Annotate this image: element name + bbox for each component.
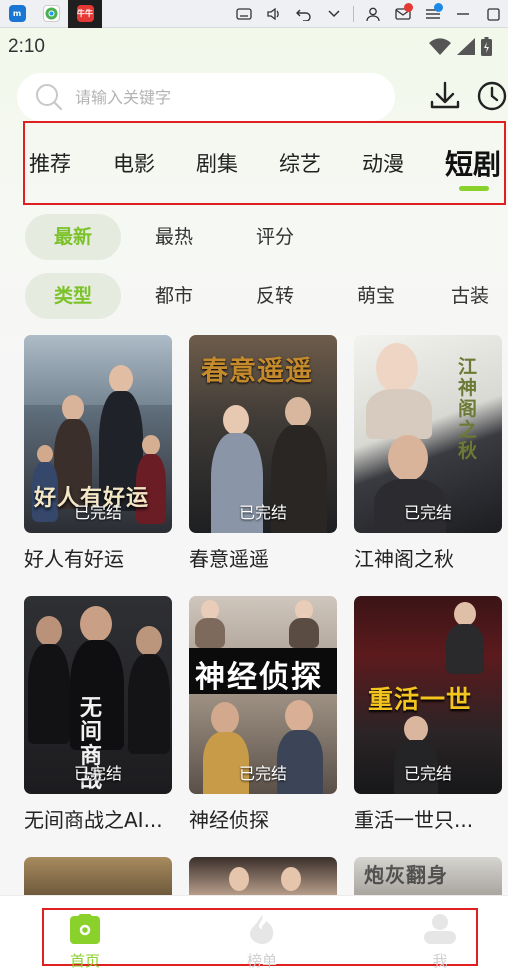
taskbar-app-niuniu[interactable]: 牛牛 bbox=[68, 0, 102, 28]
drama-title[interactable]: 春意遥遥 bbox=[189, 543, 337, 572]
filter-type[interactable]: 类型 bbox=[25, 273, 121, 319]
poster-title-art: 神经侦探 bbox=[195, 660, 323, 695]
tab-series[interactable]: 剧集 bbox=[196, 148, 238, 178]
filter-cute-baby[interactable]: 萌宝 bbox=[334, 273, 418, 319]
maximize-icon[interactable] bbox=[478, 0, 508, 28]
search-input[interactable] bbox=[75, 87, 355, 107]
tab-recommend[interactable]: 推荐 bbox=[29, 148, 71, 178]
chevron-down-icon[interactable] bbox=[319, 0, 349, 28]
mail-badge bbox=[404, 3, 413, 12]
nav-me-label: 我 bbox=[432, 952, 448, 970]
poster-image: 重活一世 已完结 bbox=[354, 596, 502, 794]
minimize-icon[interactable] bbox=[448, 0, 478, 28]
filter-rating[interactable]: 评分 bbox=[233, 214, 317, 260]
poster-title-art: 江神阁之秋 bbox=[458, 356, 479, 462]
filter-twist[interactable]: 反转 bbox=[233, 273, 317, 319]
poster-image: 江神阁之秋 已完结 bbox=[354, 335, 502, 533]
poster-image: 炮灰翻身 bbox=[354, 857, 502, 895]
drama-card[interactable]: 炮灰翻身 bbox=[354, 857, 502, 895]
browser-icon bbox=[42, 5, 60, 22]
flame-icon bbox=[250, 915, 274, 944]
keyboard-icon[interactable] bbox=[229, 0, 259, 28]
poster-image bbox=[24, 857, 172, 895]
completed-tag: 已完结 bbox=[403, 764, 452, 783]
completed-tag: 已完结 bbox=[403, 503, 452, 522]
wifi-icon bbox=[429, 38, 451, 55]
menu-icon[interactable] bbox=[418, 0, 448, 28]
tab-anime[interactable]: 动漫 bbox=[362, 148, 404, 178]
nav-home[interactable]: 首页 bbox=[55, 914, 115, 971]
volume-icon[interactable] bbox=[259, 0, 289, 28]
drama-title[interactable]: 重活一世只... bbox=[354, 804, 502, 833]
drama-card[interactable]: 无间商战 已完结 无间商战之AI... bbox=[24, 596, 172, 833]
channel-tabs: 推荐 电影 剧集 综艺 动漫 短剧 bbox=[23, 121, 506, 205]
drama-title[interactable]: 无间商战之AI... bbox=[24, 804, 172, 833]
tab-movie[interactable]: 电影 bbox=[113, 148, 155, 178]
status-time: 2:10 bbox=[8, 36, 45, 57]
filter-costume[interactable]: 古装 bbox=[435, 273, 505, 319]
drama-title[interactable]: 神经侦探 bbox=[189, 804, 337, 833]
poster-image: 春意遥遥 已完结 bbox=[189, 335, 337, 533]
signal-icon bbox=[457, 38, 475, 55]
poster-image: 神经侦探 已完结 bbox=[189, 596, 337, 794]
tab-variety[interactable]: 综艺 bbox=[279, 148, 321, 178]
completed-tag: 已完结 bbox=[238, 764, 287, 783]
taskbar-app-chrome[interactable] bbox=[34, 0, 68, 28]
taskbar-divider bbox=[353, 6, 354, 22]
drama-card[interactable]: 春意遥遥 已完结 春意遥遥 bbox=[189, 335, 337, 572]
completed-tag: 已完结 bbox=[73, 764, 122, 783]
poster-title-art: 炮灰翻身 bbox=[364, 863, 448, 887]
update-badge bbox=[434, 3, 443, 12]
city-backdrop bbox=[24, 335, 172, 405]
nav-ranking-label: 榜单 bbox=[246, 952, 277, 970]
battery-icon bbox=[481, 37, 492, 56]
taskbar-app-blue[interactable]: m bbox=[0, 0, 34, 28]
undo-icon[interactable] bbox=[289, 0, 319, 28]
nav-home-label: 首页 bbox=[69, 952, 100, 970]
drama-card[interactable] bbox=[24, 857, 172, 895]
drama-title[interactable]: 江神阁之秋 bbox=[354, 543, 502, 572]
history-clock-icon bbox=[477, 81, 507, 111]
filter-latest[interactable]: 最新 bbox=[25, 214, 121, 260]
tab-short-drama[interactable]: 短剧 bbox=[445, 143, 501, 183]
filter-urban[interactable]: 都市 bbox=[132, 273, 216, 319]
app-m-icon: m bbox=[8, 5, 26, 22]
mail-icon[interactable] bbox=[388, 0, 418, 28]
poster-title-art: 春意遥遥 bbox=[201, 356, 313, 387]
app-niuniu-icon: 牛牛 bbox=[76, 5, 94, 22]
poster-title-art: 重活一世 bbox=[368, 685, 473, 714]
host-taskbar: m 牛牛 bbox=[0, 0, 508, 28]
poster-image: 好人有好运 已完结 bbox=[24, 335, 172, 533]
poster-image: 无间商战 已完结 bbox=[24, 596, 172, 794]
drama-card[interactable] bbox=[189, 857, 337, 895]
drama-card[interactable]: 神经侦探 已完结 神经侦探 bbox=[189, 596, 337, 833]
nav-me[interactable]: 我 bbox=[410, 914, 470, 971]
history-button[interactable] bbox=[474, 78, 508, 114]
search-icon bbox=[36, 84, 63, 111]
nav-ranking[interactable]: 榜单 bbox=[232, 914, 292, 971]
drama-card[interactable]: 好人有好运 已完结 好人有好运 bbox=[24, 335, 172, 572]
drama-title[interactable]: 好人有好运 bbox=[24, 543, 172, 572]
bottom-nav: 首页 榜单 我 bbox=[0, 895, 508, 972]
download-icon bbox=[430, 81, 460, 109]
search-bar[interactable] bbox=[17, 73, 395, 121]
completed-tag: 已完结 bbox=[238, 503, 287, 522]
user-icon[interactable] bbox=[358, 0, 388, 28]
drama-card[interactable]: 江神阁之秋 已完结 江神阁之秋 bbox=[354, 335, 502, 572]
profile-icon bbox=[424, 914, 456, 944]
active-tab-indicator bbox=[459, 186, 489, 191]
home-icon bbox=[70, 914, 100, 944]
poster-image bbox=[189, 857, 337, 895]
completed-tag: 已完结 bbox=[73, 503, 122, 522]
phone-status-bar: 2:10 bbox=[0, 28, 508, 66]
filter-hottest[interactable]: 最热 bbox=[132, 214, 216, 260]
download-button[interactable] bbox=[427, 78, 463, 114]
drama-card[interactable]: 重活一世 已完结 重活一世只... bbox=[354, 596, 502, 833]
status-icons bbox=[429, 37, 492, 56]
